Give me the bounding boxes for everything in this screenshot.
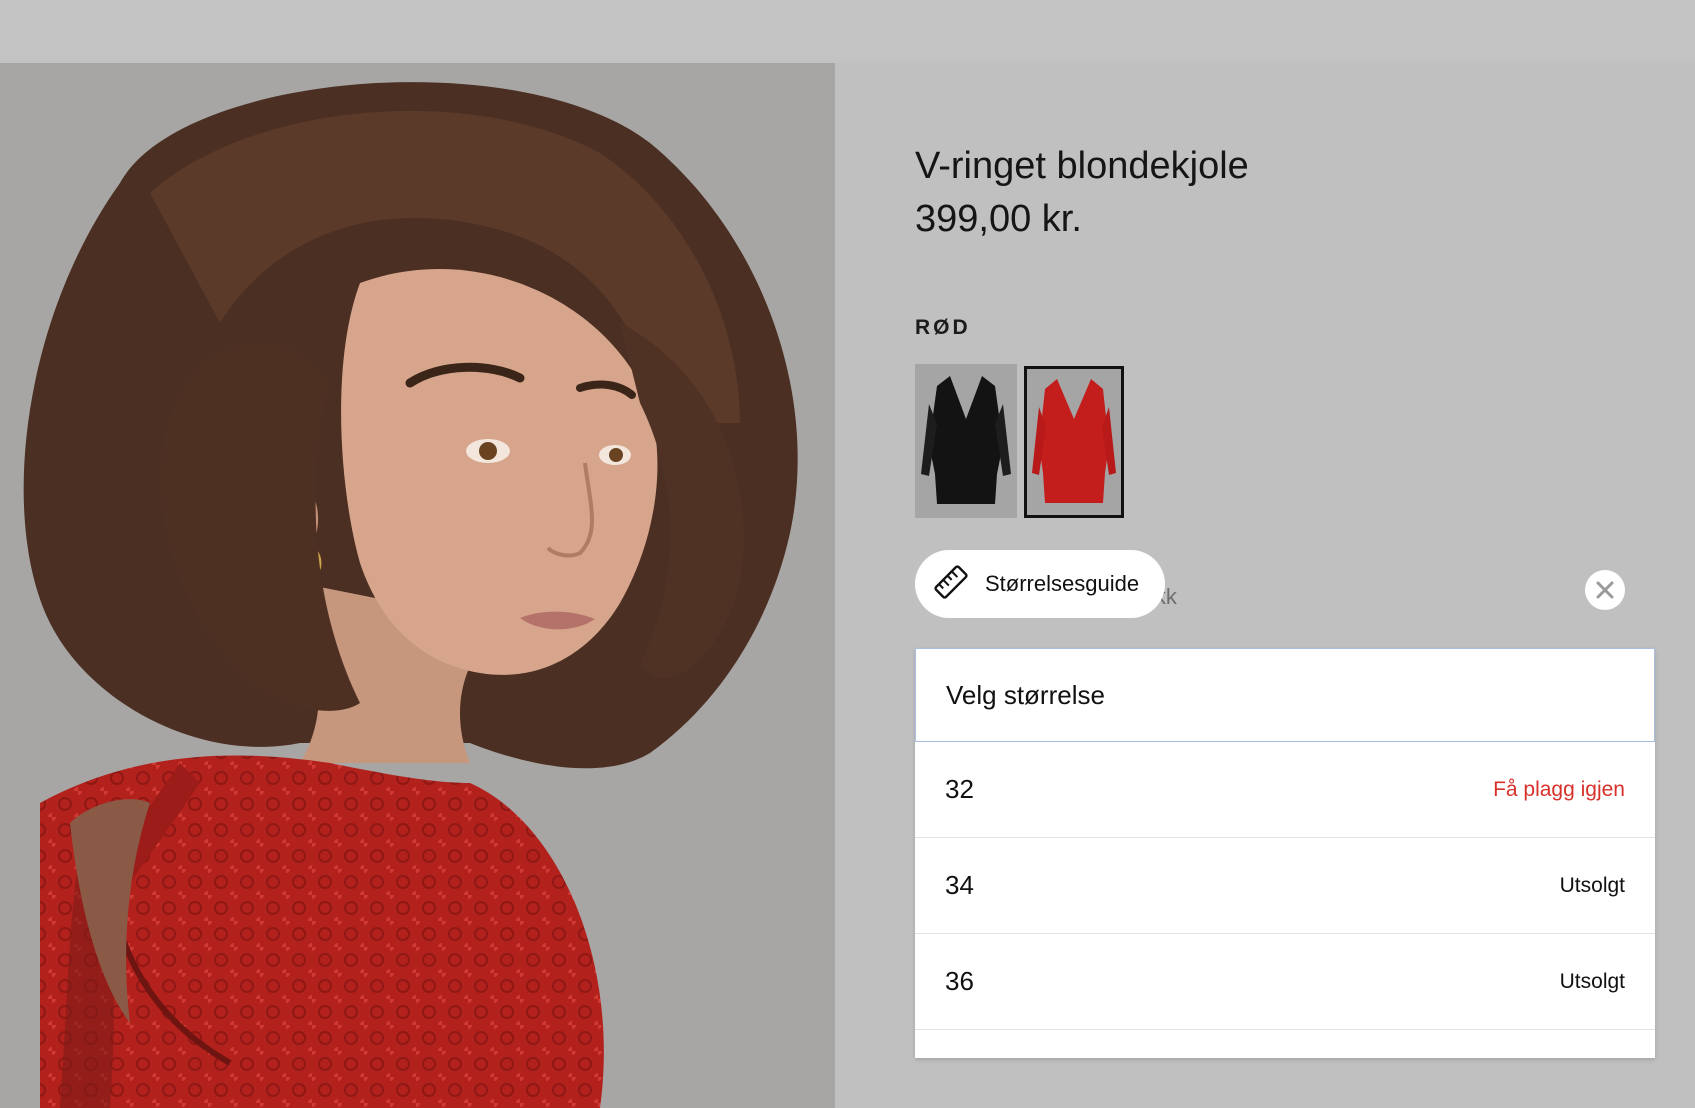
close-button[interactable] — [1585, 570, 1625, 610]
size-status: Utsolgt — [1559, 969, 1625, 993]
swatch-red[interactable] — [1024, 366, 1124, 518]
size-status: Få plagg igjen — [1493, 777, 1625, 801]
size-option-36[interactable]: 36 Utsolgt — [915, 934, 1655, 1030]
red-dress-thumbnail — [1027, 369, 1121, 515]
size-status: Utsolgt — [1559, 873, 1625, 897]
size-guide-label: Størrelsesguide — [985, 571, 1140, 596]
size-value: 36 — [945, 966, 974, 996]
size-select-header[interactable]: Velg størrelse — [915, 648, 1655, 742]
size-value: 34 — [945, 870, 974, 900]
product-title: V-ringet blondekjole — [915, 145, 1249, 187]
product-photo — [0, 63, 835, 1108]
black-dress-thumbnail — [915, 364, 1017, 518]
header-bar — [0, 0, 1695, 63]
size-guide-button[interactable]: Størrelsesguide — [915, 550, 1165, 618]
size-value: 32 — [945, 774, 974, 804]
color-label: RØD — [915, 316, 971, 339]
size-option-32[interactable]: 32 Få plagg igjen — [915, 742, 1655, 838]
close-icon — [1596, 581, 1614, 599]
size-option-34[interactable]: 34 Utsolgt — [915, 838, 1655, 934]
size-dropdown: Velg størrelse 32 Få plagg igjen 34 Utso… — [915, 648, 1655, 1058]
product-price: 399,00 kr. — [915, 198, 1082, 240]
ruler-icon — [931, 562, 971, 607]
product-page: V-ringet blondekjole 399,00 kr. RØD ikk — [0, 0, 1695, 1108]
swatch-black[interactable] — [915, 364, 1017, 518]
